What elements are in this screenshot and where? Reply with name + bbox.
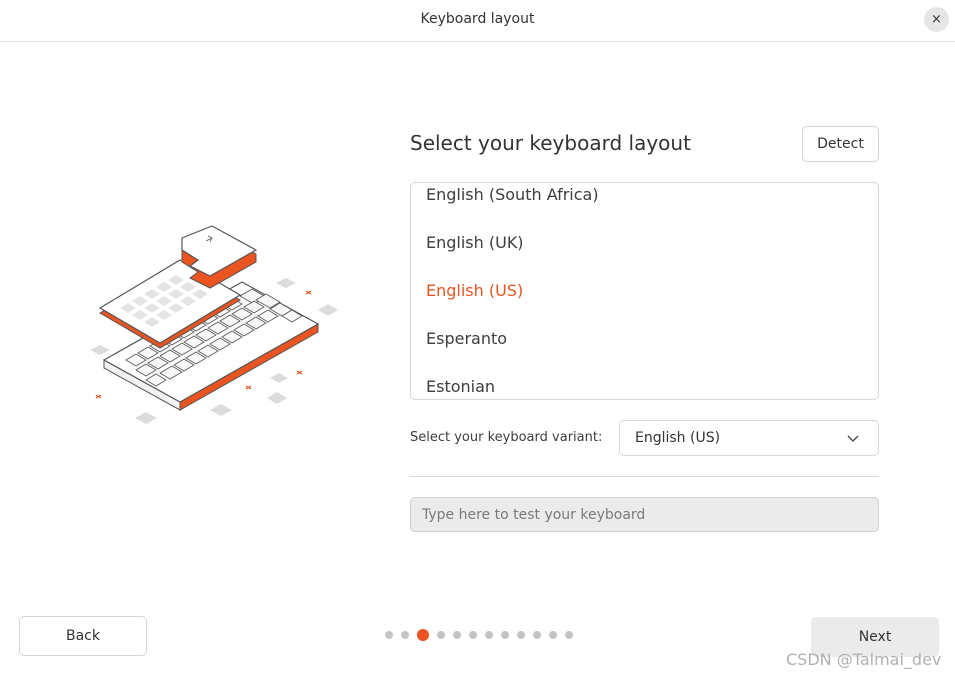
variant-selected-value: English (US) [635,430,721,446]
title-bar: Keyboard layout × [0,0,955,42]
variant-dropdown[interactable]: English (US) [619,420,879,456]
page-dot [533,631,541,639]
page-dot [517,631,525,639]
close-icon: × [931,12,942,27]
back-button[interactable]: Back [19,616,147,656]
close-button[interactable]: × [924,7,949,32]
keyboard-illustration [90,225,338,424]
page-dot [565,631,573,639]
page-dot [469,631,477,639]
layout-item-esperanto[interactable]: Esperanto [426,329,507,348]
page-indicator [380,628,580,642]
layout-item-english-us[interactable]: English (US) [426,281,523,300]
divider [410,476,879,477]
page-dot [437,631,445,639]
page-dot [501,631,509,639]
layout-item-english-south-africa[interactable]: English (South Africa) [426,185,599,204]
watermark: CSDN @Talmai_dev [786,650,942,669]
keyboard-layout-list[interactable]: English (South Africa) English (UK) Engl… [410,182,879,400]
page-dot-active [417,629,429,641]
window-title: Keyboard layout [420,11,535,27]
page-dot [485,631,493,639]
page-dot [453,631,461,639]
page-dot [385,631,393,639]
keyboard-test-input[interactable] [410,497,879,532]
page-dot [549,631,557,639]
detect-button[interactable]: Detect [802,126,879,162]
layout-item-estonian[interactable]: Estonian [426,377,495,396]
layout-item-english-uk[interactable]: English (UK) [426,233,524,252]
variant-label: Select your keyboard variant: [410,430,603,445]
page-dot [401,631,409,639]
page-heading: Select your keyboard layout [410,131,691,155]
chevron-down-icon [847,435,859,442]
